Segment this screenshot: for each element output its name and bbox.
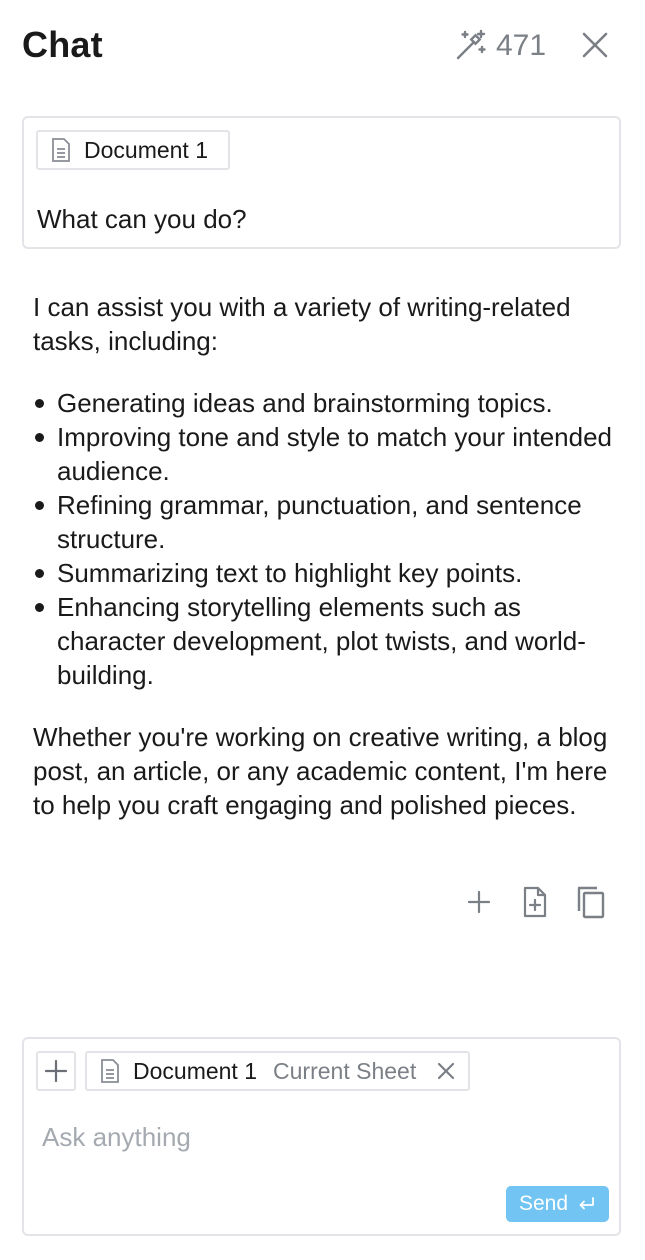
list-item: Generating ideas and brainstorming topic… <box>35 386 618 420</box>
document-icon <box>52 138 70 162</box>
list-item: Enhancing storytelling elements such as … <box>35 590 618 692</box>
list-item: Summarizing text to highlight key points… <box>35 556 618 590</box>
close-button[interactable] <box>578 28 612 62</box>
chat-composer: Document 1 Current Sheet Send <box>22 1037 621 1236</box>
message-actions <box>462 882 608 922</box>
context-document-chip[interactable]: Document 1 Current Sheet <box>85 1051 470 1091</box>
user-message: Document 1 What can you do? <box>22 116 621 249</box>
credits-counter: 471 <box>452 26 546 66</box>
context-document-name: Document 1 <box>133 1057 258 1084</box>
add-to-document-icon <box>523 886 547 918</box>
insert-button[interactable] <box>462 882 496 922</box>
assistant-message: I can assist you with a variety of writi… <box>33 290 618 822</box>
magic-wand-icon <box>456 29 486 60</box>
assistant-outro: Whether you're working on creative writi… <box>33 722 608 820</box>
copy-icon <box>577 886 605 919</box>
credits-value: 471 <box>496 29 547 62</box>
send-label: Send <box>518 1192 569 1215</box>
attached-document-name: Document 1 <box>84 136 209 163</box>
chat-header: Chat 471 <box>0 0 645 90</box>
copy-button[interactable] <box>574 882 608 922</box>
attached-document-chip[interactable]: Document 1 <box>36 130 230 170</box>
list-item: Refining grammar, punctuation, and sente… <box>35 488 618 556</box>
user-message-text: What can you do? <box>37 204 247 234</box>
context-document-scope: Current Sheet <box>273 1057 417 1084</box>
add-to-document-button[interactable] <box>518 882 552 922</box>
return-icon <box>579 1197 594 1210</box>
panel-title: Chat <box>22 24 103 65</box>
document-icon <box>101 1059 119 1083</box>
assistant-intro: I can assist you with a variety of writi… <box>33 292 571 356</box>
remove-context-icon[interactable] <box>436 1061 456 1081</box>
chat-input[interactable] <box>42 1117 602 1157</box>
send-button[interactable]: Send <box>506 1186 609 1222</box>
assistant-capabilities-list: Generating ideas and brainstorming topic… <box>33 386 618 692</box>
chat-panel: Chat 471 Document 1 What can you do? I c… <box>0 0 645 1260</box>
plus-icon <box>467 890 491 914</box>
add-context-button[interactable] <box>36 1051 76 1091</box>
close-icon <box>582 32 608 58</box>
plus-icon <box>44 1059 68 1083</box>
list-item: Improving tone and style to match your i… <box>35 420 618 488</box>
